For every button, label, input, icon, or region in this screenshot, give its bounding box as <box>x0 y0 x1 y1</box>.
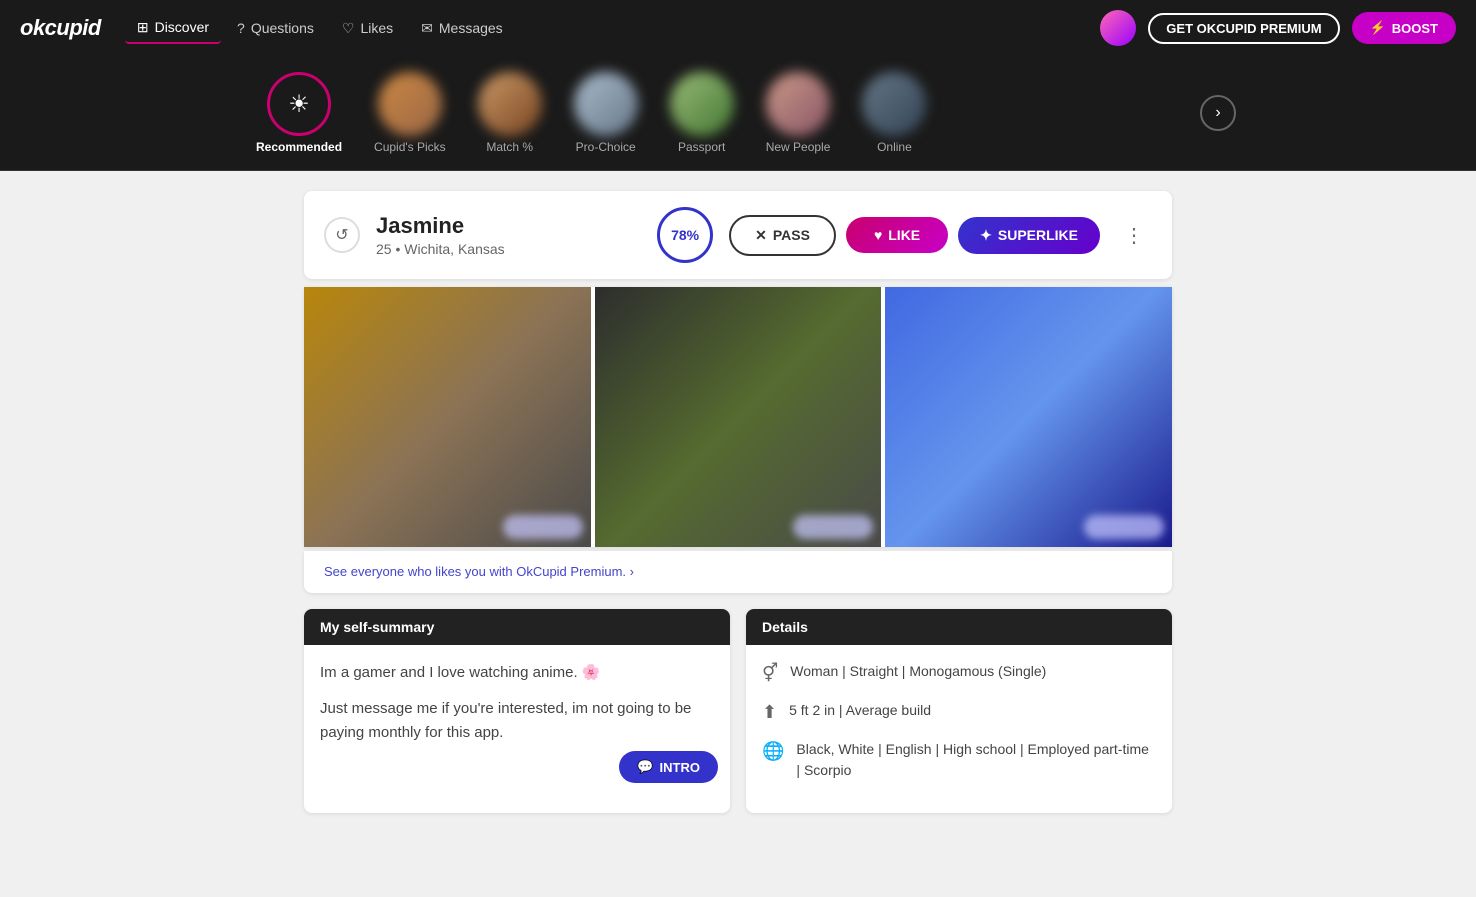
category-thumb-passport <box>670 72 734 136</box>
category-thumb-newpeople <box>766 72 830 136</box>
category-bar: ☀ Recommended Cupid's Picks Match % Pro-… <box>0 56 1476 171</box>
profile-age-location: 25 • Wichita, Kansas <box>376 241 641 257</box>
details-body: ⚥ Woman | Straight | Monogamous (Single)… <box>746 645 1172 813</box>
category-thumb-cupids <box>378 72 442 136</box>
category-thumb-online <box>862 72 926 136</box>
main-content: ↺ Jasmine 25 • Wichita, Kansas 78% ✕ PAS… <box>288 191 1188 813</box>
premium-link-bar: See everyone who likes you with OkCupid … <box>304 551 1172 593</box>
category-recommended[interactable]: ☀ Recommended <box>240 66 358 160</box>
sections-grid: My self-summary Im a gamer and I love wa… <box>304 609 1172 813</box>
nav-discover[interactable]: ⊞ Discover <box>125 13 221 44</box>
top-nav: okcupid ⊞ Discover ? Questions ♡ Likes ✉… <box>0 0 1476 56</box>
logo[interactable]: okcupid <box>20 15 101 41</box>
category-online[interactable]: Online <box>846 66 942 160</box>
boost-button[interactable]: ⚡ BOOST <box>1352 12 1456 44</box>
details-section: Details ⚥ Woman | Straight | Monogamous … <box>746 609 1172 813</box>
match-percent-circle: 78% <box>657 207 713 263</box>
more-options-button[interactable]: ⋮ <box>1116 219 1152 252</box>
x-icon: ✕ <box>755 227 767 244</box>
details-gender: Woman | Straight | Monogamous (Single) <box>790 661 1046 682</box>
grid-icon: ⊞ <box>137 19 149 36</box>
photo-1-blur <box>503 515 583 539</box>
category-next-button[interactable]: › <box>1200 95 1236 131</box>
avatar[interactable] <box>1100 10 1136 46</box>
photo-3[interactable] <box>885 287 1172 547</box>
profile-name: Jasmine <box>376 213 641 239</box>
pass-button[interactable]: ✕ PASS <box>729 215 836 256</box>
photo-2[interactable] <box>595 287 882 547</box>
category-pro-choice[interactable]: Pro-Choice <box>558 66 654 160</box>
category-thumb-recommended: ☀ <box>267 72 331 136</box>
intro-chat-icon: 💬 <box>637 759 653 775</box>
question-icon: ? <box>237 20 245 36</box>
superlike-button[interactable]: ✦ SUPERLIKE <box>958 217 1100 254</box>
sun-icon: ☀ <box>288 90 310 119</box>
boost-icon: ⚡ <box>1370 20 1386 36</box>
nav-items: ⊞ Discover ? Questions ♡ Likes ✉ Message… <box>125 13 1076 44</box>
like-button[interactable]: ♥ LIKE <box>846 217 948 253</box>
profile-info: Jasmine 25 • Wichita, Kansas <box>376 213 641 257</box>
height-icon: ⬆ <box>762 702 777 723</box>
action-buttons: ✕ PASS ♥ LIKE ✦ SUPERLIKE <box>729 215 1100 256</box>
undo-button[interactable]: ↺ <box>324 217 360 253</box>
heart-icon: ♡ <box>342 20 355 37</box>
photo-2-blur <box>793 515 873 539</box>
self-summary-text: Im a gamer and I love watching anime. 🌸 … <box>320 661 714 745</box>
category-passport[interactable]: Passport <box>654 66 750 160</box>
details-height: 5 ft 2 in | Average build <box>789 700 931 721</box>
photos-grid <box>304 287 1172 547</box>
details-background: Black, White | English | High school | E… <box>796 739 1156 781</box>
details-header: Details <box>746 609 1172 645</box>
self-summary-body: Im a gamer and I love watching anime. 🌸 … <box>304 645 730 795</box>
self-summary-section: My self-summary Im a gamer and I love wa… <box>304 609 730 813</box>
undo-icon: ↺ <box>335 225 348 245</box>
premium-button[interactable]: GET OKCUPID PREMIUM <box>1148 13 1339 44</box>
globe-icon: 🌐 <box>762 741 784 762</box>
intro-button[interactable]: 💬 INTRO <box>619 751 718 783</box>
photo-1[interactable] <box>304 287 591 547</box>
details-row-3: 🌐 Black, White | English | High school |… <box>762 739 1156 781</box>
details-row-1: ⚥ Woman | Straight | Monogamous (Single) <box>762 661 1156 684</box>
message-icon: ✉ <box>421 20 433 37</box>
details-row-2: ⬆ 5 ft 2 in | Average build <box>762 700 1156 723</box>
category-cupids-picks[interactable]: Cupid's Picks <box>358 66 462 160</box>
profile-header-card: ↺ Jasmine 25 • Wichita, Kansas 78% ✕ PAS… <box>304 191 1172 279</box>
category-match[interactable]: Match % <box>462 66 558 160</box>
photo-3-blur <box>1084 515 1164 539</box>
category-thumb-match <box>478 72 542 136</box>
nav-questions[interactable]: ? Questions <box>225 14 326 42</box>
nav-likes[interactable]: ♡ Likes <box>330 14 405 43</box>
heart-filled-icon: ♥ <box>874 227 882 243</box>
category-thumb-prochoice <box>574 72 638 136</box>
superlike-icon: ✦ <box>980 227 992 244</box>
category-new-people[interactable]: New People <box>750 66 847 160</box>
premium-link[interactable]: See everyone who likes you with OkCupid … <box>324 564 634 579</box>
nav-messages[interactable]: ✉ Messages <box>409 14 515 43</box>
nav-right: GET OKCUPID PREMIUM ⚡ BOOST <box>1100 10 1456 46</box>
gender-icon: ⚥ <box>762 663 778 684</box>
category-list: ☀ Recommended Cupid's Picks Match % Pro-… <box>240 66 1184 160</box>
self-summary-header: My self-summary <box>304 609 730 645</box>
